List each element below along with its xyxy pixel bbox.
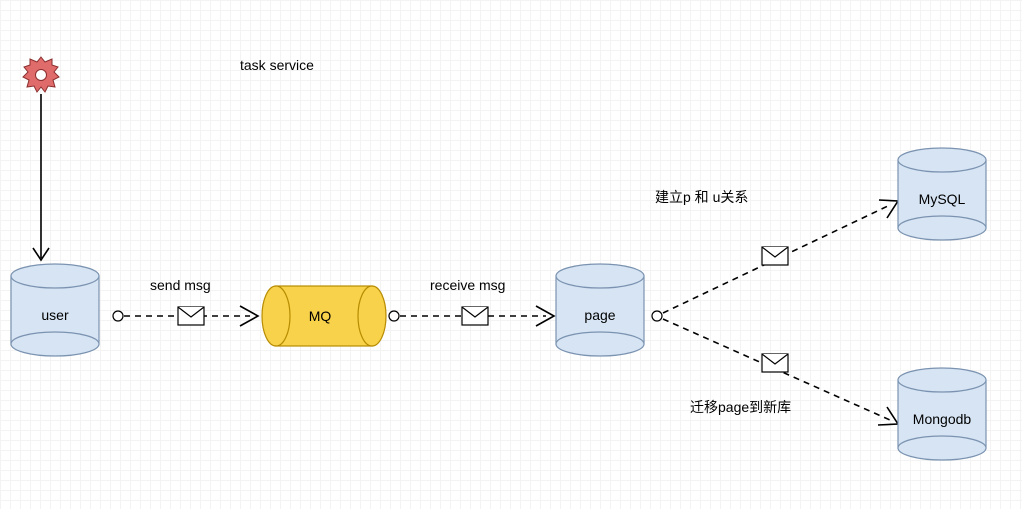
gear-icon (23, 57, 59, 92)
edge-page-to-mongodb: 迁移page到新库 (663, 319, 898, 425)
edge-mq-to-page: receive msg (389, 277, 554, 326)
node-mq: MQ (262, 286, 386, 346)
edge-page-to-mongodb-label: 迁移page到新库 (690, 399, 791, 415)
node-page: page (556, 264, 644, 356)
node-page-label: page (584, 307, 615, 323)
node-mq-label: MQ (309, 308, 332, 324)
edge-mq-to-page-label: receive msg (430, 277, 505, 293)
node-mysql-label: MySQL (919, 191, 966, 207)
diagram-canvas: task service user send msg MQ (0, 0, 1022, 509)
message-icon (178, 307, 204, 325)
message-icon (762, 247, 788, 265)
node-mongodb-label: Mongodb (913, 411, 972, 427)
node-mysql: MySQL (898, 148, 986, 240)
edge-user-to-mq: send msg (113, 277, 258, 326)
edge-user-to-mq-label: send msg (150, 277, 211, 293)
edge-page-to-mysql: 建立p 和 u关系 (655, 189, 898, 313)
diagram-title: task service (240, 57, 314, 73)
node-mongodb: Mongodb (898, 368, 986, 460)
message-icon (462, 307, 488, 325)
edge-page-to-mysql-label: 建立p 和 u关系 (655, 189, 748, 205)
port-icon (652, 311, 662, 321)
edge-gear-to-user (33, 94, 49, 260)
message-icon (762, 354, 788, 372)
node-user: user (11, 264, 99, 356)
node-user-label: user (41, 307, 69, 323)
